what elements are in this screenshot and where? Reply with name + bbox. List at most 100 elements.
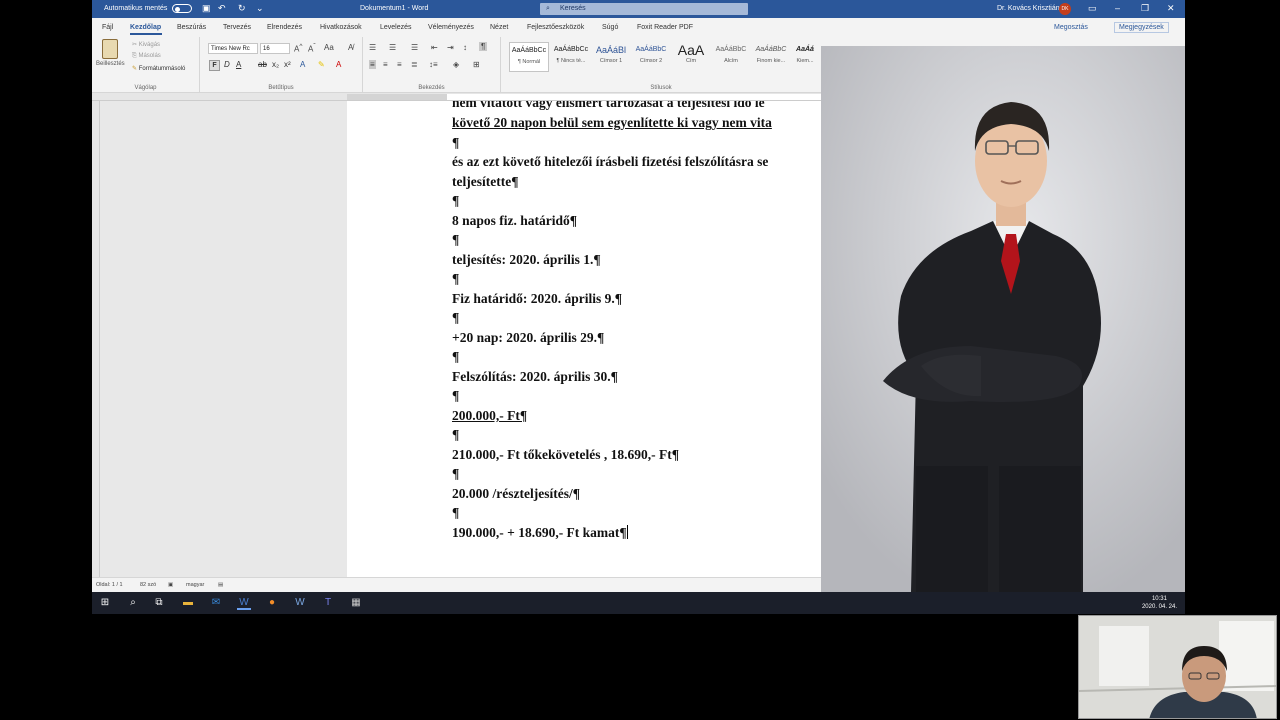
vertical-ruler[interactable]: [92, 101, 100, 577]
comments-button[interactable]: Megjegyzések: [1114, 22, 1169, 33]
tab-help[interactable]: Súgó: [602, 24, 618, 31]
document-line[interactable]: ¶: [452, 271, 459, 287]
tab-view[interactable]: Nézet: [490, 24, 508, 31]
document-line[interactable]: követő 20 napon belül sem egyenlítette k…: [452, 115, 772, 131]
highlight-icon[interactable]: ✎: [318, 60, 325, 69]
user-name[interactable]: Dr. Kovács Krisztián: [997, 5, 1060, 12]
document-line[interactable]: ¶: [452, 135, 459, 151]
shrink-font-icon[interactable]: Aˇ: [308, 43, 316, 54]
align-right-icon[interactable]: ≡: [397, 60, 402, 69]
paste-button[interactable]: Beillesztés: [96, 39, 125, 67]
document-line[interactable]: 190.000,- + 18.690,- Ft kamat¶: [452, 525, 628, 541]
page-count[interactable]: Oldal: 1 / 1: [96, 582, 123, 588]
windows-start-icon[interactable]: ⊞: [98, 596, 112, 610]
tab-insert[interactable]: Beszúrás: [177, 24, 206, 31]
tab-layout[interactable]: Elrendezés: [267, 24, 302, 31]
borders-icon[interactable]: ⊞: [473, 60, 480, 69]
style-emphasis[interactable]: AaÁá Kiem...: [791, 42, 819, 72]
font-family-select[interactable]: Times New Rc: [208, 43, 258, 54]
document-line[interactable]: ¶: [452, 505, 459, 521]
change-case-icon[interactable]: Aa: [324, 43, 334, 52]
bullets-icon[interactable]: ☰: [369, 43, 376, 52]
tab-developer[interactable]: Fejlesztőeszközök: [527, 24, 584, 31]
document-line[interactable]: 210.000,- Ft tőkekövetelés , 18.690,- Ft…: [452, 447, 679, 463]
document-line[interactable]: és az ezt követő hitelezői írásbeli fize…: [452, 154, 768, 170]
document-line[interactable]: ¶: [452, 349, 459, 365]
undo-icon[interactable]: ↶: [218, 3, 226, 14]
superscript-button[interactable]: x²: [284, 60, 291, 69]
style-heading-2[interactable]: AaÁáBbC Címsor 2: [631, 42, 671, 72]
document-line[interactable]: ¶: [452, 193, 459, 209]
strikethrough-button[interactable]: ab: [258, 60, 267, 69]
format-painter-button[interactable]: ✎ Formátummásoló: [132, 65, 185, 72]
calculator-icon[interactable]: ▦: [349, 596, 363, 610]
style-subtitle[interactable]: AaÁáBbC Alcím: [711, 42, 751, 72]
font-size-select[interactable]: 16: [260, 43, 290, 54]
tab-mailings[interactable]: Levelezés: [380, 24, 412, 31]
cut-button[interactable]: ✂ Kivágás: [132, 41, 160, 48]
document-line[interactable]: ¶: [452, 310, 459, 326]
save-icon[interactable]: ▣: [202, 3, 211, 14]
style-normal[interactable]: AaÁáBbCc ¶ Normál: [509, 42, 549, 72]
text-effects-icon[interactable]: A: [300, 60, 305, 69]
font-color-icon[interactable]: A: [336, 60, 341, 69]
language-indicator[interactable]: magyar: [186, 582, 204, 588]
task-view-icon[interactable]: ⧉: [152, 596, 166, 610]
document-line[interactable]: teljesítette¶: [452, 174, 519, 190]
document-line[interactable]: +20 nap: 2020. április 29.¶: [452, 330, 604, 346]
document-line[interactable]: teljesítés: 2020. április 1.¶: [452, 252, 601, 268]
document-line[interactable]: Fiz határidő: 2020. április 9.¶: [452, 291, 622, 307]
share-button[interactable]: Megosztás: [1054, 24, 1088, 31]
autosave-toggle[interactable]: [172, 4, 192, 13]
increase-indent-icon[interactable]: ⇥: [447, 43, 454, 52]
copy-button[interactable]: ⎘ Másolás: [132, 53, 161, 60]
tab-references[interactable]: Hivatkozások: [320, 24, 362, 31]
tab-file[interactable]: Fájl: [102, 24, 113, 31]
document-line[interactable]: ¶: [452, 232, 459, 248]
subscript-button[interactable]: x₂: [272, 60, 279, 69]
firefox-icon[interactable]: ●: [265, 596, 279, 610]
style-subtle-emphasis[interactable]: AaÁáBbC Finom kie...: [751, 42, 791, 72]
close-icon[interactable]: ✕: [1167, 3, 1175, 14]
macro-record-icon[interactable]: ▤: [218, 582, 223, 588]
underline-button[interactable]: A: [236, 60, 241, 69]
search-icon[interactable]: ⌕: [126, 596, 140, 610]
document-line[interactable]: 8 napos fiz. határidő¶: [452, 213, 577, 229]
outlook-icon[interactable]: ✉: [209, 596, 223, 610]
justify-icon[interactable]: ≣: [411, 60, 418, 69]
bold-button[interactable]: F: [209, 60, 220, 71]
tab-review[interactable]: Véleményezés: [428, 24, 474, 31]
style-heading-1[interactable]: AaÁáBl Címsor 1: [591, 42, 631, 72]
horizontal-ruler[interactable]: [92, 93, 821, 101]
document-line[interactable]: ¶: [452, 427, 459, 443]
ribbon-display-icon[interactable]: ▭: [1088, 3, 1097, 14]
numbering-icon[interactable]: ☰: [389, 43, 396, 52]
grow-font-icon[interactable]: A^: [294, 43, 302, 54]
teams-icon[interactable]: T: [321, 596, 335, 610]
clear-formatting-icon[interactable]: A̸: [348, 43, 353, 52]
document-line[interactable]: ¶: [452, 466, 459, 482]
align-left-icon[interactable]: ≡: [369, 60, 376, 69]
tab-foxit[interactable]: Foxit Reader PDF: [637, 24, 693, 31]
word-count[interactable]: 82 szó: [140, 582, 156, 588]
align-center-icon[interactable]: ≡: [383, 60, 388, 69]
tab-home[interactable]: Kezdőlap: [130, 24, 161, 31]
multilevel-list-icon[interactable]: ☰: [411, 43, 418, 52]
line-spacing-icon[interactable]: ↕≡: [429, 60, 438, 69]
show-formatting-icon[interactable]: ¶: [479, 42, 488, 51]
system-clock[interactable]: 10:31 2020. 04. 24.: [1142, 595, 1177, 611]
search-box[interactable]: ⌕ Keresés: [540, 3, 748, 15]
style-no-spacing[interactable]: AaÁáBbCc ¶ Nincs té...: [551, 42, 591, 72]
tab-design[interactable]: Tervezés: [223, 24, 251, 31]
file-explorer-icon[interactable]: ▬: [181, 596, 195, 610]
document-line[interactable]: ¶: [452, 388, 459, 404]
document-line[interactable]: 20.000 /részteljesítés/¶: [452, 486, 580, 502]
document-page[interactable]: nem vitatott vagy elismert tartozását a …: [347, 101, 821, 577]
proofing-icon[interactable]: ▣: [168, 582, 173, 588]
decrease-indent-icon[interactable]: ⇤: [431, 43, 438, 52]
restore-icon[interactable]: ❐: [1141, 3, 1149, 14]
redo-icon[interactable]: ↻: [238, 3, 246, 14]
sort-icon[interactable]: ↕: [463, 43, 467, 52]
document-line[interactable]: 200.000,- Ft¶: [452, 408, 527, 424]
minimize-icon[interactable]: –: [1115, 3, 1120, 13]
